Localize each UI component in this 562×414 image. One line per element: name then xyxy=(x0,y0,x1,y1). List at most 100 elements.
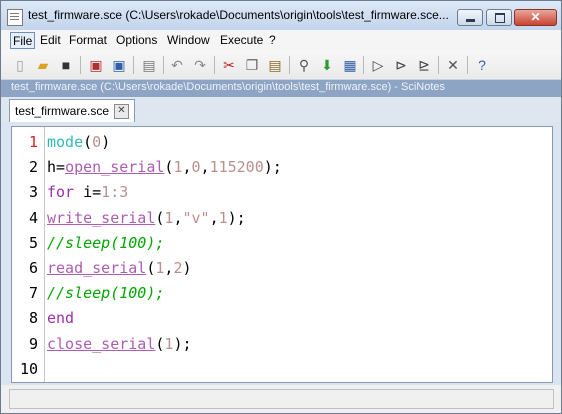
copy-icon[interactable]: ❐ xyxy=(242,55,262,75)
menu-format[interactable]: Format xyxy=(67,32,109,49)
download-icon[interactable]: ⬇ xyxy=(317,55,337,75)
code-token: 0 xyxy=(92,133,102,151)
code-token: close_serial xyxy=(47,334,156,353)
code-token: ); xyxy=(227,208,246,227)
tools-icon[interactable]: ✕ xyxy=(443,55,463,75)
code-token: ) xyxy=(182,259,192,277)
print-icon[interactable]: ▤ xyxy=(139,55,159,75)
tab-label: test_firmware.sce xyxy=(15,104,110,118)
menu-help[interactable]: ? xyxy=(267,32,278,49)
line-number: 6 xyxy=(28,259,38,277)
code-token: //sleep(100); xyxy=(47,284,165,303)
open-recent-icon[interactable]: ■ xyxy=(56,55,76,75)
code-line: for i=1:3 xyxy=(47,183,128,201)
cut-icon[interactable]: ✂ xyxy=(219,55,239,75)
code-line: //sleep(100); xyxy=(47,284,164,302)
status-field xyxy=(9,389,554,409)
toolbar-separator xyxy=(438,56,439,74)
line-number: 10 xyxy=(19,359,38,378)
code-token: h= xyxy=(47,158,66,177)
code-token: 0 xyxy=(191,158,201,177)
status-bar xyxy=(1,385,561,413)
document-icon xyxy=(7,9,23,26)
menu-file[interactable]: File xyxy=(10,32,36,49)
code-token: for xyxy=(47,183,75,202)
save-icon[interactable]: ▣ xyxy=(86,55,106,75)
code-editor[interactable]: 1 2 3 4 5 6 7 8 9 10 mode(0) h=open_serial(1,0,115… xyxy=(11,126,553,383)
toolbar-separator xyxy=(214,56,215,74)
code-token: : xyxy=(110,183,120,202)
scinotes-window: test_firmware.sce (C:\Users\rokade\Docum… xyxy=(0,0,562,414)
code-token: "v" xyxy=(182,208,210,227)
line-number: 3 xyxy=(28,183,38,202)
code-line: end xyxy=(47,309,74,327)
code-line: write_serial(1,"v",1); xyxy=(47,209,246,227)
menu-edit[interactable]: Edit xyxy=(38,32,63,49)
line-number: 8 xyxy=(28,309,38,328)
code-token: mode xyxy=(47,133,84,151)
line-number: 4 xyxy=(28,208,38,227)
open-folder-icon[interactable]: ▰ xyxy=(33,55,53,75)
code-token: open_serial xyxy=(65,158,165,177)
code-token: , xyxy=(200,158,210,177)
menu-options[interactable]: Options xyxy=(114,32,159,49)
code-token: end xyxy=(47,309,75,328)
code-line: mode(0) xyxy=(47,133,110,151)
code-token: 115200 xyxy=(209,158,264,177)
line-number: 5 xyxy=(28,233,38,252)
line-number: 2 xyxy=(28,158,38,177)
code-line: //sleep(100); xyxy=(47,234,164,252)
execute-until-icon[interactable]: ⊵ xyxy=(414,55,434,75)
save-as-icon[interactable]: ▣ xyxy=(109,55,129,75)
find-replace-icon[interactable]: ⚲ xyxy=(294,55,314,75)
code-token: ) xyxy=(101,133,111,151)
variables-icon[interactable]: ▦ xyxy=(340,55,360,75)
code-line: read_serial(1,2) xyxy=(47,259,192,277)
toolbar-separator xyxy=(133,56,134,74)
toolbar-separator xyxy=(80,56,81,74)
menu-bar: File Edit Format Options Window Execute … xyxy=(1,30,561,51)
code-line: h=open_serial(1,0,115200); xyxy=(47,158,282,176)
new-file-icon[interactable]: ▯ xyxy=(10,55,30,75)
title-bar[interactable]: test_firmware.sce (C:\Users\rokade\Docum… xyxy=(1,1,561,30)
code-token: ); xyxy=(173,334,192,353)
help-icon[interactable]: ? xyxy=(472,55,492,75)
execute-icon[interactable]: ▷ xyxy=(368,55,388,75)
window-title: test_firmware.sce (C:\Users\rokade\Docum… xyxy=(28,8,448,22)
code-token: 1 xyxy=(101,183,111,202)
toolbar-separator xyxy=(363,56,364,74)
toolbar-separator xyxy=(289,56,290,74)
line-number: 7 xyxy=(28,284,38,303)
code-line: close_serial(1); xyxy=(47,335,192,353)
maximize-button[interactable] xyxy=(486,9,512,26)
code-token: , xyxy=(182,158,192,177)
tab-test-firmware[interactable]: test_firmware.sce ✕ xyxy=(9,99,135,122)
toolbar: ▯ ▰ ■ ▣ ▣ ▤ ↶ ↷ ✂ ❐ ▤ ⚲ ⬇ ▦ ▷ ⊳ ⊵ ✕ ? xyxy=(1,51,561,79)
file-path-bar: test_firmware.sce (C:\Users\rokade\Docum… xyxy=(1,79,561,97)
code-token: ); xyxy=(263,158,282,177)
code-token: i= xyxy=(74,183,102,202)
code-token: , xyxy=(209,208,219,227)
toolbar-separator xyxy=(163,56,164,74)
code-token: //sleep(100); xyxy=(47,233,165,252)
code-token: ( xyxy=(83,133,93,151)
undo-icon[interactable]: ↶ xyxy=(167,55,187,75)
code-token: write_serial xyxy=(47,208,156,227)
minimize-button[interactable] xyxy=(457,9,483,26)
execute-file-icon[interactable]: ⊳ xyxy=(391,55,411,75)
tab-strip: test_firmware.sce ✕ xyxy=(1,97,561,122)
line-number: 9 xyxy=(28,334,38,353)
code-token: 1 xyxy=(218,208,228,227)
tab-close-icon[interactable]: ✕ xyxy=(114,104,129,119)
code-token: read_serial xyxy=(47,259,147,277)
menu-execute[interactable]: Execute xyxy=(218,32,265,49)
line-number-gutter: 1 2 3 4 5 6 7 8 9 10 xyxy=(12,127,45,382)
code-token: 3 xyxy=(119,183,129,202)
toolbar-separator xyxy=(467,56,468,74)
redo-icon[interactable]: ↷ xyxy=(190,55,210,75)
line-number: 1 xyxy=(28,133,38,151)
file-path-label: test_firmware.sce (C:\Users\rokade\Docum… xyxy=(11,81,446,93)
close-button[interactable] xyxy=(514,9,557,26)
menu-window[interactable]: Window xyxy=(165,32,212,49)
paste-icon[interactable]: ▤ xyxy=(265,55,285,75)
